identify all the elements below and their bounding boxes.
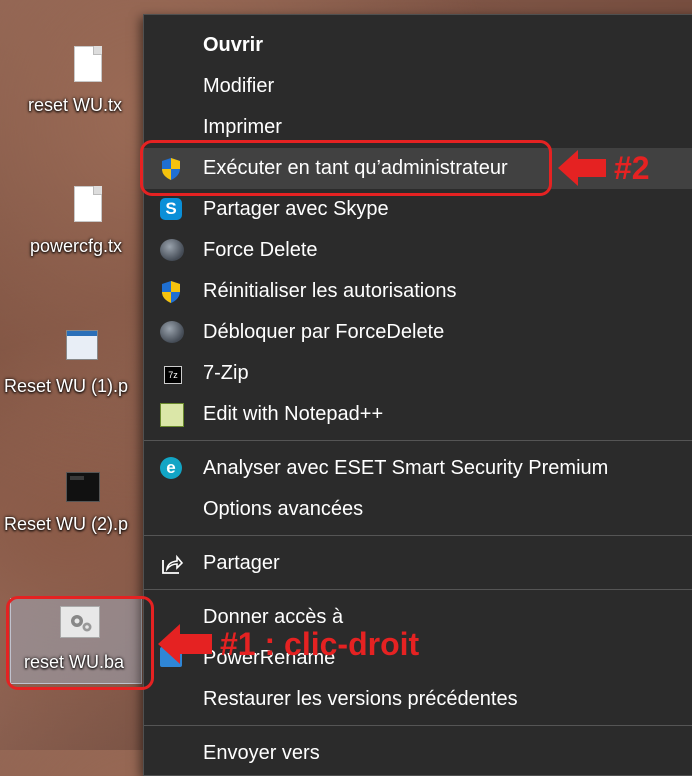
menu-item-label: Partager avec Skype — [203, 198, 389, 220]
7zip-icon: 7z — [160, 362, 184, 386]
desktop-icon-label: Reset WU (2).p — [4, 514, 129, 534]
desktop-icon-label: Reset WU (1).p — [4, 376, 129, 396]
eset-icon: e — [160, 457, 184, 481]
menu-item-label: Débloquer par ForceDelete — [203, 321, 445, 343]
menu-item-label: Analyser avec ESET Smart Security Premiu… — [203, 457, 609, 479]
menu-item-label: Imprimer — [203, 116, 282, 138]
annotation-step1: #1 : clic-droit — [220, 626, 420, 662]
uac-shield-icon — [160, 280, 184, 304]
desktop-icon-label: reset WU.tx — [28, 95, 123, 115]
menu-separator — [144, 440, 692, 441]
arrow-left-icon — [158, 624, 212, 664]
skype-icon: S — [160, 198, 184, 222]
menu-item-reset-permissions[interactable]: Réinitialiser les autorisations — [144, 271, 692, 312]
text-file-icon — [74, 186, 102, 222]
menu-item-eset-scan[interactable]: e Analyser avec ESET Smart Security Prem… — [144, 448, 692, 489]
image-file-icon — [66, 330, 98, 360]
menu-item-share[interactable]: Partager — [144, 543, 692, 584]
menu-item-label: Réinitialiser les autorisations — [203, 280, 457, 302]
menu-item-label: 7-Zip — [203, 362, 249, 384]
menu-item-modifier[interactable]: Modifier — [144, 66, 692, 107]
menu-item-label: Edit with Notepad++ — [203, 403, 384, 425]
menu-item-label: Restaurer les versions précédentes — [203, 688, 518, 710]
menu-separator — [144, 535, 692, 536]
force-delete-icon — [160, 321, 184, 345]
annotation-step2: #2 — [614, 150, 650, 186]
menu-separator — [144, 725, 692, 726]
admin-highlight-box — [140, 140, 552, 196]
menu-item-advanced-options[interactable]: Options avancées — [144, 489, 692, 530]
menu-item-label: Options avancées — [203, 498, 364, 520]
menu-item-restore-previous-versions[interactable]: Restaurer les versions précédentes — [144, 679, 692, 720]
menu-item-send-to[interactable]: Envoyer vers — [144, 733, 692, 774]
desktop-icon-label: powercfg.tx — [30, 236, 123, 256]
menu-item-label: Force Delete — [203, 239, 318, 261]
arrow-left-icon — [558, 150, 606, 186]
menu-item-unlock-forcedelete[interactable]: Débloquer par ForceDelete — [144, 312, 692, 353]
force-delete-icon — [160, 239, 184, 263]
menu-item-ouvrir[interactable]: Ouvrir — [144, 25, 692, 66]
image-file-icon — [66, 472, 100, 502]
file-highlight-box — [6, 596, 154, 690]
menu-item-notepad-plus-plus[interactable]: Edit with Notepad++ — [144, 394, 692, 435]
menu-item-7zip[interactable]: 7z 7-Zip — [144, 353, 692, 394]
text-file-icon — [74, 46, 102, 82]
share-icon — [160, 552, 184, 576]
menu-separator — [144, 589, 692, 590]
menu-item-label: Envoyer vers — [203, 742, 320, 764]
notepad-plus-plus-icon — [160, 403, 184, 427]
menu-item-label: Modifier — [203, 75, 275, 97]
menu-item-label: Partager — [203, 552, 280, 574]
menu-item-force-delete[interactable]: Force Delete — [144, 230, 692, 271]
menu-item-label: Ouvrir — [203, 34, 264, 56]
